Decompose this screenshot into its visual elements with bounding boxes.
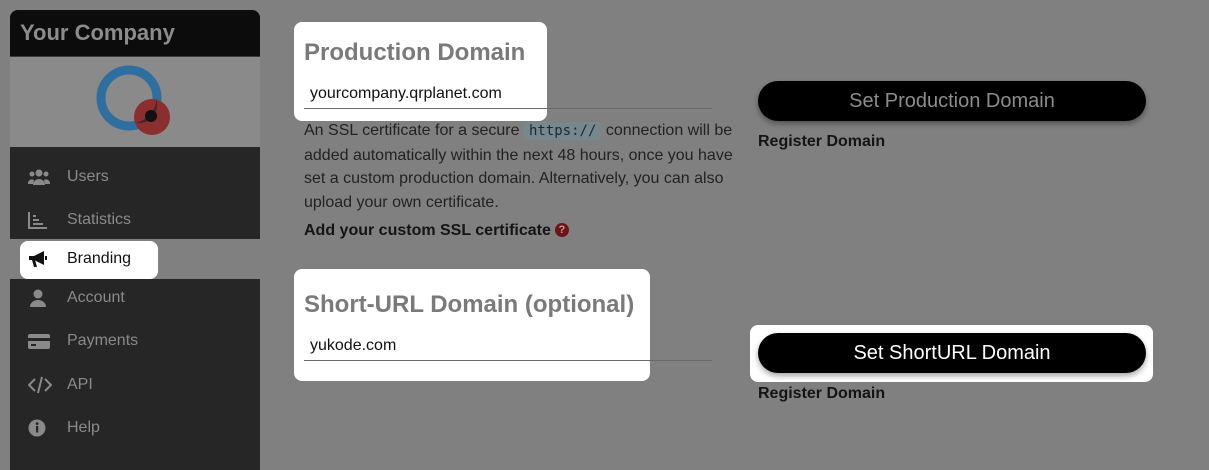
set-production-domain-button[interactable]: Set Production Domain (758, 81, 1146, 121)
sidebar-item-payments[interactable]: Payments (10, 321, 260, 361)
shorturl-domain-highlight (294, 269, 650, 381)
credit-card-icon (28, 332, 50, 350)
sidebar-item-label: Users (67, 168, 109, 185)
sidebar-item-label: Payments (67, 332, 139, 349)
production-domain-underline (304, 108, 712, 109)
production-domain-input[interactable] (310, 84, 540, 104)
sidebar-item-label: Branding (67, 250, 132, 267)
ssl-certificate-link[interactable]: Add your custom SSL certificate? (304, 222, 569, 240)
production-domain-title: Production Domain (304, 39, 526, 66)
sidebar: Your Company Users Statistics Branding A… (10, 10, 260, 470)
user-icon (28, 289, 48, 307)
shorturl-domain-title: Short-URL Domain (optional) (304, 291, 635, 318)
sidebar-item-label: Help (67, 419, 100, 436)
help-icon[interactable]: ? (554, 223, 569, 237)
sidebar-item-label: Statistics (67, 211, 132, 228)
code-icon (27, 376, 53, 394)
sidebar-item-account[interactable]: Account (10, 278, 260, 318)
ssl-description: An SSL certificate for a secure https://… (304, 119, 744, 214)
sidebar-item-help[interactable]: Help (10, 408, 260, 448)
shorturl-domain-input[interactable] (310, 336, 630, 356)
sidebar-item-label: Account (67, 289, 125, 306)
sidebar-item-users[interactable]: Users (10, 157, 260, 197)
company-logo (96, 65, 170, 135)
sidebar-item-branding[interactable]: Branding (10, 239, 260, 279)
set-shorturl-domain-button[interactable]: Set ShortURL Domain (758, 333, 1146, 373)
company-name: Your Company (10, 10, 260, 57)
https-code: https:// (523, 122, 602, 140)
info-icon (28, 419, 48, 437)
register-domain-link[interactable]: Register Domain (758, 133, 885, 151)
megaphone-icon (28, 250, 48, 268)
users-icon (27, 168, 51, 186)
ssl-certificate-link-label: Add your custom SSL certificate (304, 222, 551, 239)
sidebar-item-statistics[interactable]: Statistics (10, 200, 260, 240)
sidebar-item-label: API (67, 376, 93, 393)
chart-icon (28, 211, 48, 229)
register-shorturl-domain-link[interactable]: Register Domain (758, 385, 885, 403)
logo-area (10, 57, 260, 147)
ssl-description-text: An SSL certificate for a secure (304, 122, 524, 139)
production-domain-highlight (294, 22, 547, 121)
sidebar-item-api[interactable]: API (10, 365, 260, 405)
shorturl-domain-underline (304, 360, 712, 361)
